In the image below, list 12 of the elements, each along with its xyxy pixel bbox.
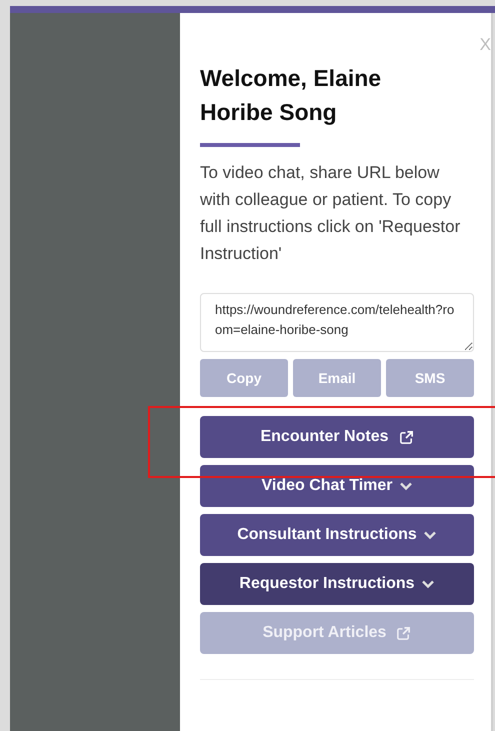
menu-button[interactable]: Requestor Instructions [200,563,474,605]
external-link-icon [398,430,414,444]
chevron-down-icon [398,481,412,491]
chevron-down-icon [420,579,435,589]
menu-button[interactable]: Encounter Notes [200,416,474,458]
menu-button[interactable]: Consultant Instructions [200,514,474,556]
instructions-text: To video chat, share URL below with colleague or patient. To copy full instructions click on 'Requestor Instruction' [200,162,462,265]
welcome-title: Welcome, Elaine Horibe Song [200,64,382,127]
external-link-icon [396,626,412,640]
menu-button[interactable]: Video Chat Timer [200,465,474,507]
url-field[interactable]: https://woundreference.com/telehealth?room=elaine-horibe-song [200,293,474,352]
chevron-down-icon [422,530,437,540]
